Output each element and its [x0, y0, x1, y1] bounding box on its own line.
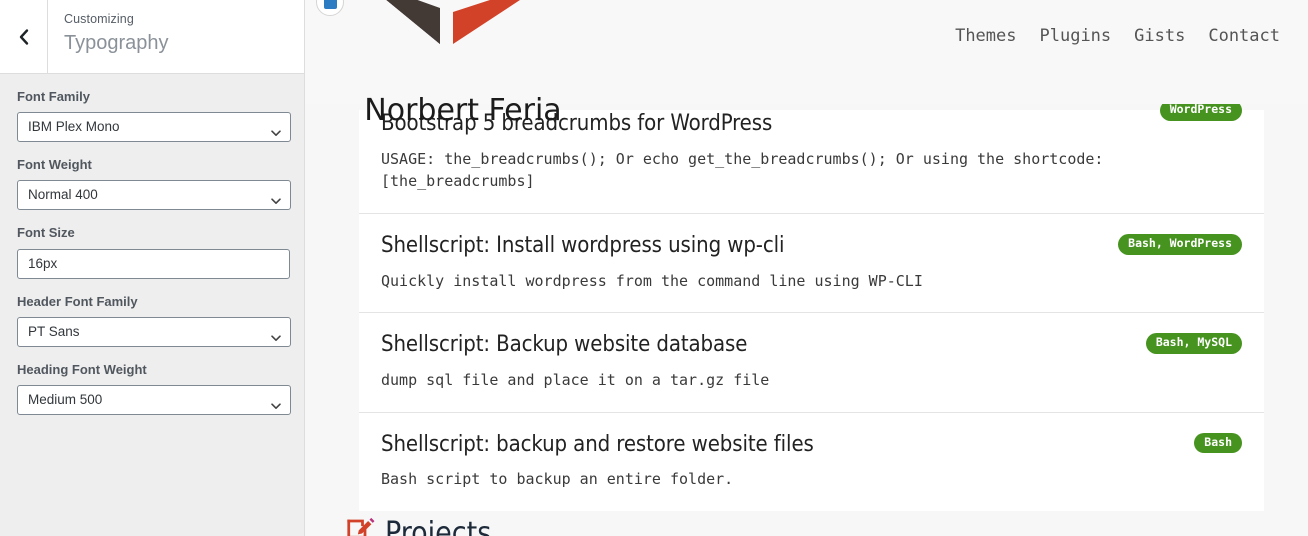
site-header: Norbert Feria Themes Plugins Gists Conta…: [305, 0, 1308, 126]
section-title: Projects: [385, 515, 492, 536]
page-title: Typography: [64, 31, 169, 54]
font-family-value: IBM Plex Mono: [28, 119, 120, 135]
font-weight-value: Normal 400: [28, 187, 98, 203]
font-weight-select[interactable]: Normal 400: [17, 180, 291, 211]
font-size-input[interactable]: 16px: [17, 248, 290, 279]
nav-link-themes[interactable]: Themes: [955, 26, 1016, 46]
chevron-down-icon: [270, 189, 282, 205]
control-font-size: Font Size 16px: [17, 224, 290, 279]
chevron-down-icon: [270, 121, 282, 137]
heading-font-weight-select[interactable]: Medium 500: [17, 384, 291, 415]
screen: WordPress Bootstrap 5 breadcrumbs for Wo…: [0, 0, 1308, 536]
nav-link-gists[interactable]: Gists: [1134, 26, 1185, 46]
control-header-font-family: Header Font Family PT Sans: [17, 293, 291, 347]
status-badge: Bash, MySQL: [1145, 333, 1242, 355]
gist-description: USAGE: the_breadcrumbs(); Or echo get_th…: [381, 149, 1104, 191]
back-button[interactable]: [0, 0, 48, 73]
nav-link-plugins[interactable]: Plugins: [1040, 26, 1112, 46]
status-badge: Bash, WordPress: [1118, 234, 1242, 255]
gist-description: Bash script to backup an entire folder.: [381, 470, 734, 489]
customizer-header: Customizing Typography: [0, 0, 304, 74]
chevron-left-icon: [16, 27, 32, 47]
gist-title[interactable]: Shellscript: Install wordpress using wp-…: [381, 232, 1242, 260]
gists-list: WordPress Bootstrap 5 breadcrumbs for Wo…: [359, 100, 1264, 511]
status-badge: Bash: [1194, 432, 1242, 454]
list-item[interactable]: Bash, MySQL Shellscript: Backup website …: [359, 313, 1264, 413]
heading-font-weight-value: Medium 500: [28, 391, 103, 407]
control-font-family: Font Family IBM Plex Mono: [17, 88, 291, 143]
chevron-pair-logo[interactable]: [378, 0, 548, 102]
gist-title[interactable]: Shellscript: Backup website database: [381, 331, 1242, 359]
header-font-family-select[interactable]: PT Sans: [17, 316, 291, 347]
chevron-down-icon: [270, 394, 282, 409]
customizer-controls: Font Family IBM Plex Mono Font Weight No…: [0, 74, 304, 536]
control-label: Header Font Family: [17, 293, 138, 309]
list-item[interactable]: Bash Shellscript: backup and restore web…: [359, 412, 1264, 511]
main-navigation[interactable]: Themes Plugins Gists Contact: [955, 26, 1280, 46]
projects-section-heading: Projects: [345, 516, 491, 536]
font-family-select[interactable]: IBM Plex Mono: [17, 112, 291, 143]
nav-link-contact[interactable]: Contact: [1208, 26, 1280, 46]
gist-description: dump sql file and place it on a tar.gz f…: [381, 370, 770, 389]
header-font-family-value: PT Sans: [28, 323, 80, 339]
gist-description: Quickly install wordpress from the comma…: [381, 271, 923, 290]
control-label: Heading Font Weight: [17, 361, 147, 377]
gist-title[interactable]: Shellscript: backup and restore website …: [381, 431, 1242, 459]
helper-dot-icon: [323, 0, 337, 9]
chevron-down-icon: [270, 326, 282, 341]
font-size-value: 16px: [28, 255, 58, 271]
control-label: Font Weight: [17, 157, 92, 173]
theme-preview: WordPress Bootstrap 5 breadcrumbs for Wo…: [305, 0, 1308, 536]
customizer-breadcrumb: Customizing Typography: [48, 0, 304, 73]
control-label: Font Family: [17, 89, 90, 104]
site-branding[interactable]: Norbert Feria: [343, 0, 583, 126]
list-item[interactable]: Bash, WordPress Shellscript: Install wor…: [359, 214, 1264, 314]
projects-pencil-icon: [345, 516, 375, 536]
control-font-weight: Font Weight Normal 400: [17, 156, 291, 211]
customizer-panel: Customizing Typography Font Family IBM P…: [0, 0, 305, 536]
customizing-label: Customizing: [64, 12, 134, 26]
control-heading-font-weight: Heading Font Weight Medium 500: [17, 361, 291, 415]
control-label: Font Size: [17, 225, 75, 241]
